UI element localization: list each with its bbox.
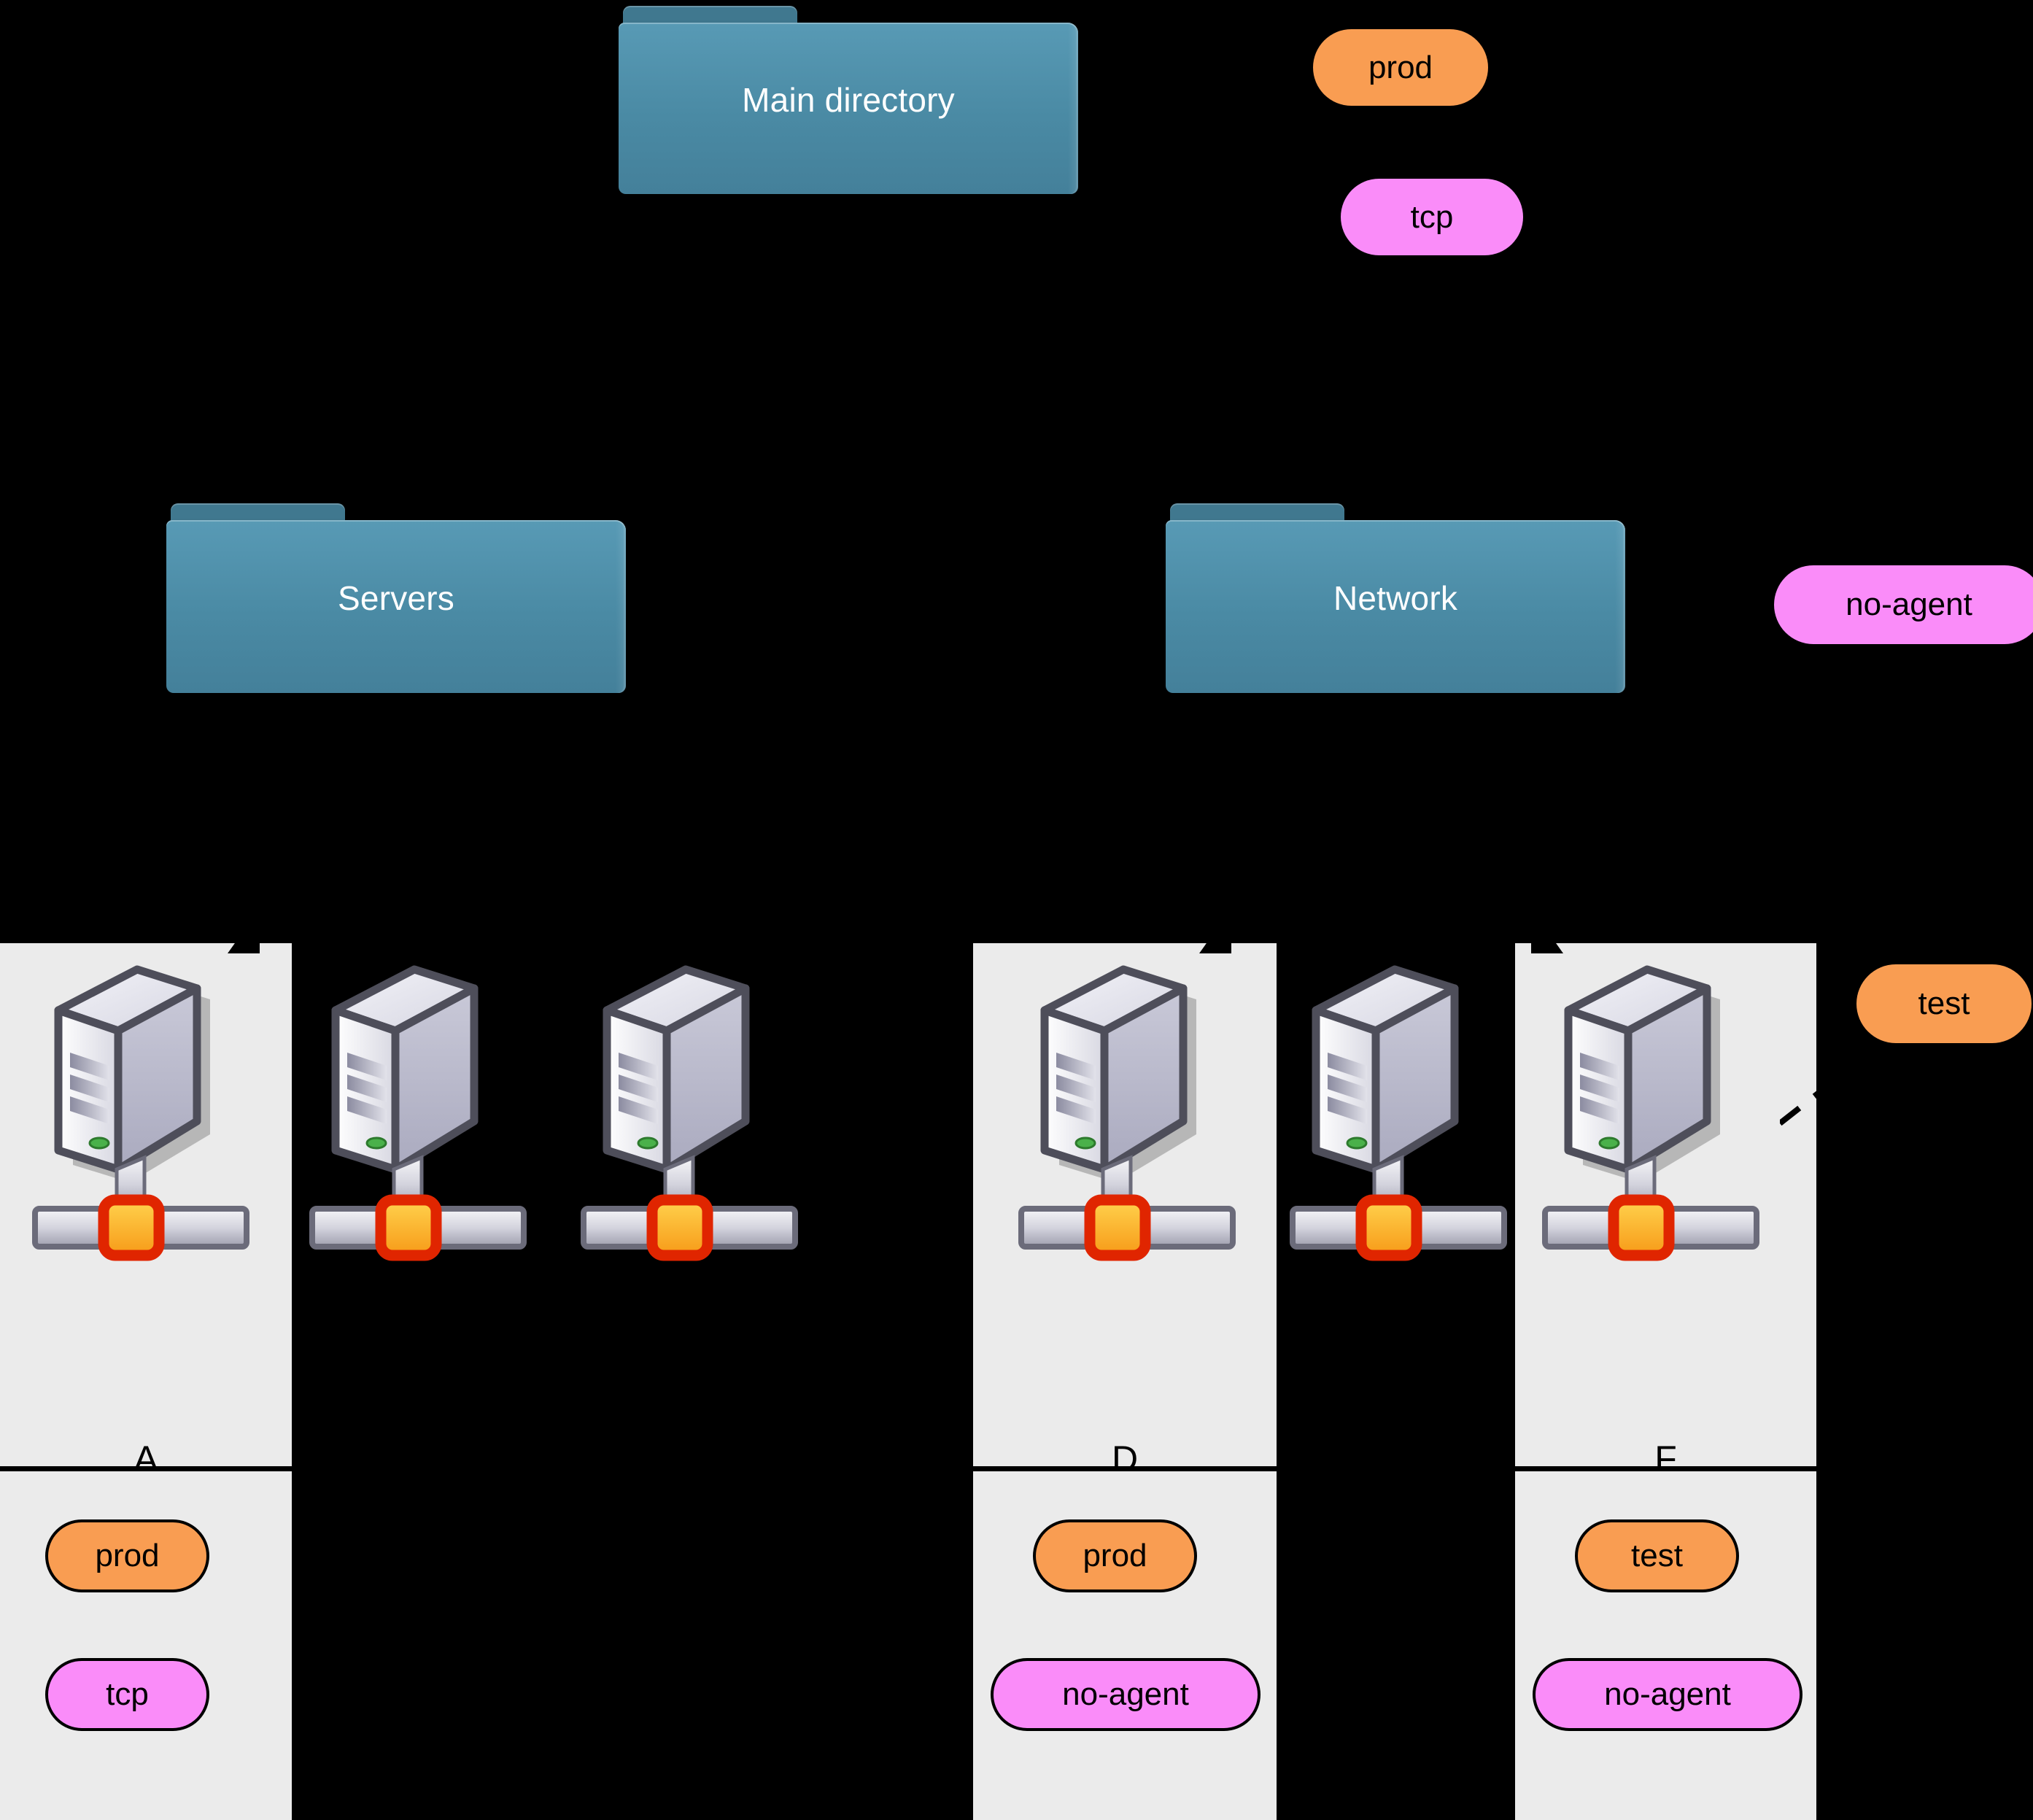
card-tag-1[interactable]: no-agent bbox=[991, 1658, 1261, 1731]
card-tag-1[interactable]: tcp bbox=[45, 1658, 209, 1731]
server-tower-icon[interactable] bbox=[1538, 959, 1778, 1324]
network-connector-icon bbox=[375, 1194, 442, 1261]
network-connector-icon bbox=[646, 1194, 713, 1261]
tag-label: no-agent bbox=[1062, 1676, 1189, 1712]
server-tower-icon[interactable] bbox=[576, 959, 817, 1324]
card-tag-0[interactable]: test bbox=[1575, 1519, 1739, 1592]
server-tower-icon[interactable] bbox=[305, 959, 546, 1324]
tag-label: prod bbox=[95, 1538, 160, 1573]
server-tower-icon[interactable] bbox=[1285, 959, 1526, 1324]
green-status-led-icon bbox=[1598, 1136, 1620, 1150]
diagram-canvas: Main directory Servers Network prod tcp … bbox=[0, 0, 2033, 1820]
folder-servers[interactable]: Servers bbox=[166, 503, 626, 693]
connector-notch-icon bbox=[1199, 908, 1231, 953]
tag-label: no-agent bbox=[1604, 1676, 1731, 1712]
tag-label: test bbox=[1918, 985, 1970, 1021]
green-status-led-icon bbox=[365, 1136, 387, 1150]
card-tag-1[interactable]: no-agent bbox=[1533, 1658, 1802, 1731]
folder-label: Main directory bbox=[742, 81, 955, 119]
tag-label: prod bbox=[1368, 49, 1433, 85]
tag-label: tcp bbox=[106, 1676, 149, 1712]
tag-label: tcp bbox=[1410, 198, 1454, 235]
folder-label: Network bbox=[1333, 579, 1458, 617]
green-status-led-icon bbox=[637, 1136, 659, 1150]
network-connector-icon bbox=[98, 1194, 165, 1261]
card-divider bbox=[973, 1466, 1277, 1471]
server-name-label: A bbox=[133, 1438, 158, 1479]
green-status-led-icon bbox=[1074, 1136, 1096, 1150]
server-name-label: D bbox=[1111, 1438, 1139, 1479]
folder-network[interactable]: Network bbox=[1166, 503, 1625, 693]
card-divider bbox=[0, 1466, 292, 1471]
tag-tcp-root[interactable]: tcp bbox=[1341, 179, 1523, 255]
tag-label: no-agent bbox=[1846, 586, 1972, 622]
server-tower-icon[interactable] bbox=[1014, 959, 1255, 1324]
green-status-led-icon bbox=[1346, 1136, 1368, 1150]
folder-label: Servers bbox=[338, 579, 454, 617]
connector-notch-icon bbox=[1531, 908, 1563, 953]
card-tag-0[interactable]: prod bbox=[45, 1519, 209, 1592]
tag-label: test bbox=[1631, 1538, 1683, 1573]
network-connector-icon bbox=[1608, 1194, 1675, 1261]
card-divider bbox=[1515, 1466, 1816, 1471]
green-status-led-icon bbox=[88, 1136, 110, 1150]
tag-test-callout-f[interactable]: test bbox=[1856, 964, 2032, 1043]
server-name-label: F bbox=[1654, 1438, 1677, 1479]
card-tag-0[interactable]: prod bbox=[1033, 1519, 1197, 1592]
tag-prod-root[interactable]: prod bbox=[1313, 29, 1488, 106]
folder-main-directory[interactable]: Main directory bbox=[619, 6, 1078, 194]
server-tower-icon[interactable] bbox=[28, 959, 268, 1324]
network-connector-icon bbox=[1355, 1194, 1422, 1261]
connector-notch-icon bbox=[228, 908, 260, 953]
tag-label: prod bbox=[1083, 1538, 1147, 1573]
tag-no-agent-network[interactable]: no-agent bbox=[1774, 565, 2033, 644]
network-connector-icon bbox=[1084, 1194, 1151, 1261]
